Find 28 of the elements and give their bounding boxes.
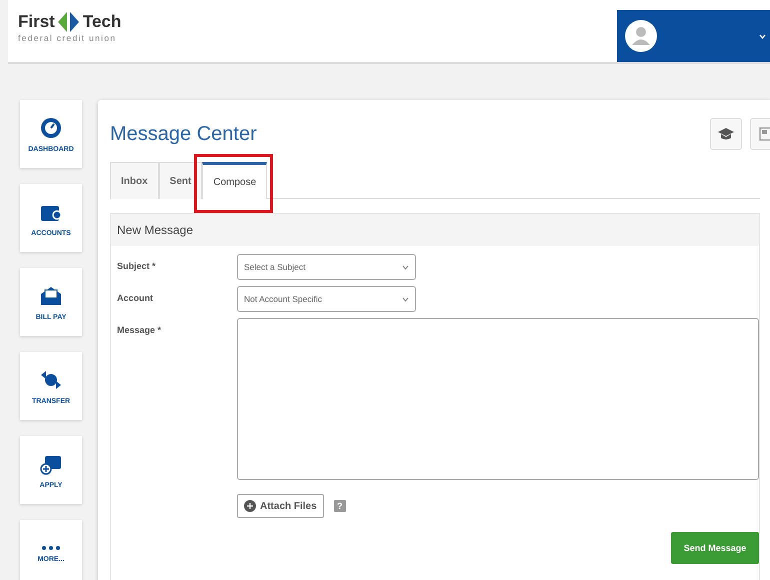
field-label: Account: [117, 292, 154, 303]
more-icon: [42, 546, 60, 550]
gauge-icon: [39, 116, 63, 140]
caret-icon: [759, 34, 766, 38]
tab[interactable]: Inbox: [110, 162, 159, 199]
select-field[interactable]: Not Account Specific: [237, 286, 416, 312]
logo-text: Tech: [82, 12, 122, 32]
logo-text: First: [18, 12, 55, 32]
select-field[interactable]: Select a Subject: [237, 254, 416, 280]
user-menu[interactable]: [617, 10, 770, 62]
message-field[interactable]: [237, 318, 759, 480]
education-button[interactable]: [710, 118, 742, 150]
chevron-icon: [402, 296, 409, 302]
send-message-button[interactable]: Send Message: [671, 532, 759, 564]
document-icon: [759, 127, 770, 141]
chevron-icon: [402, 264, 409, 270]
tab[interactable]: Sent: [158, 162, 202, 199]
logo-mark-icon: [58, 12, 80, 32]
section-title: New Message: [116, 222, 194, 239]
attach-files-button[interactable]: Attach Files: [237, 494, 324, 518]
field-label: Subject *: [117, 260, 157, 271]
avatar-icon: [625, 20, 657, 52]
plus-circle-icon: [244, 500, 256, 512]
page-title: Message Center: [110, 122, 257, 146]
field-label: Message *: [117, 324, 162, 335]
tab[interactable]: Compose: [202, 162, 268, 199]
logo-tagline: federal credit union: [18, 33, 118, 43]
graduation-cap-icon: [718, 128, 734, 140]
